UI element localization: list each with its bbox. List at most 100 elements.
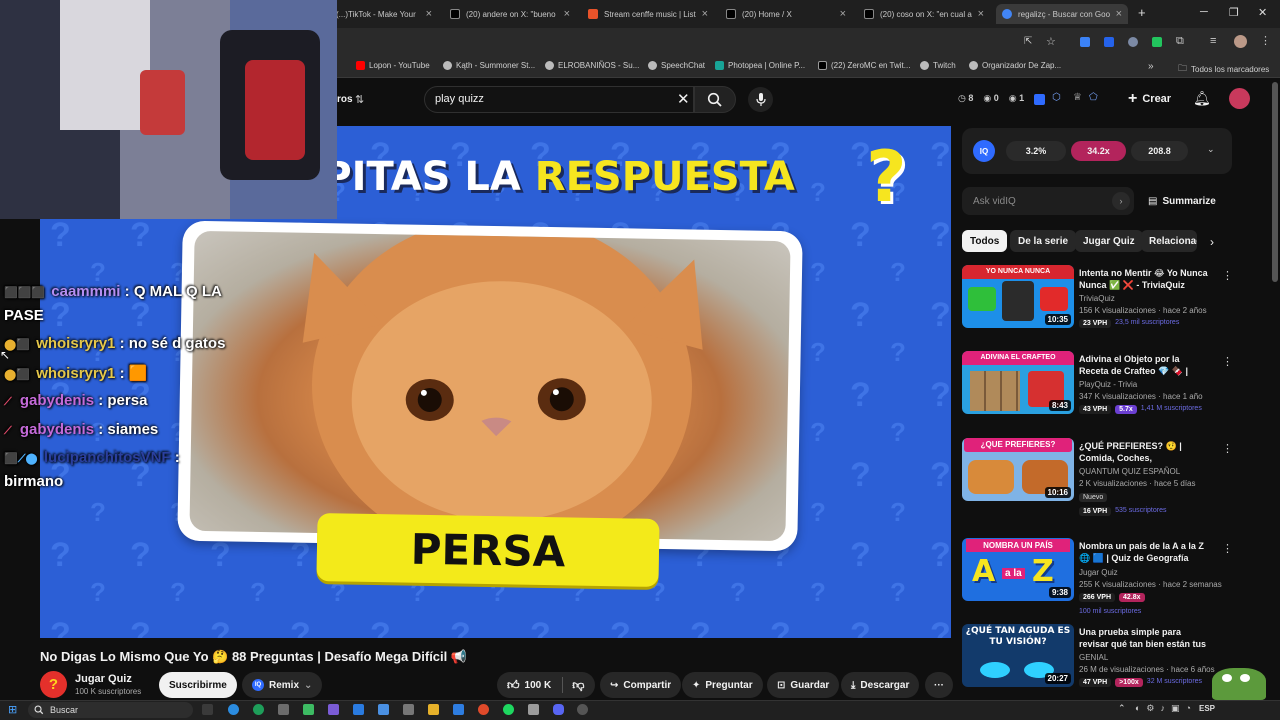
create-button[interactable]: + Crear <box>1128 90 1171 108</box>
vidiq-logo-icon[interactable]: IQ <box>973 140 995 162</box>
chrome-icon[interactable] <box>478 704 489 715</box>
chevron-down-icon[interactable]: ⌄ <box>1207 144 1215 155</box>
bookmark-item[interactable]: Kąth - Summoner St... <box>443 61 535 70</box>
more-options-icon[interactable]: ⋮ <box>1222 442 1233 455</box>
profile-avatar[interactable] <box>1234 35 1247 48</box>
browser-tab[interactable]: (...)TikTok - Make Your × <box>330 4 438 24</box>
recommendation-item[interactable]: ¿QUÉ TAN AGUDA ES TU VISIÓN? 20:27 Una p… <box>962 624 1232 690</box>
search-button[interactable] <box>694 86 736 113</box>
share-button[interactable]: ↪ Compartir <box>600 672 682 698</box>
video-title[interactable]: Una prueba simple para revisar qué tan b… <box>1079 626 1209 651</box>
close-tab-icon[interactable]: × <box>840 8 852 20</box>
close-tab-icon[interactable]: × <box>1116 8 1128 20</box>
like-count[interactable]: 100 K <box>525 680 552 691</box>
filters-button[interactable]: ros <box>337 94 353 105</box>
more-options-icon[interactable]: ⋮ <box>1222 355 1233 368</box>
bookmark-item[interactable]: SpeechChat <box>648 61 705 70</box>
bookmark-item[interactable]: Lopon - YouTube <box>356 61 430 70</box>
bookmark-item[interactable]: Twitch <box>920 61 956 70</box>
channel-name[interactable]: QUANTUM QUIZ ESPAÑOL <box>1079 467 1180 476</box>
bookmark-item[interactable]: Photopea | Online P... <box>715 61 805 70</box>
chip-all[interactable]: Todos <box>962 230 1008 252</box>
app-icon[interactable] <box>528 704 539 715</box>
search-input[interactable]: play quizz <box>435 93 484 105</box>
channel-name[interactable]: Jugar Quiz <box>1079 568 1118 577</box>
browser-tab[interactable]: (20) Home / X × <box>720 4 852 24</box>
channel-name[interactable]: GENIAL <box>1079 653 1108 662</box>
recommendation-item[interactable]: YO NUNCA NUNCA 10:35 Intenta no Mentir 😂… <box>962 265 1233 331</box>
app-icon[interactable] <box>378 704 389 715</box>
chip-related[interactable]: Relacionad <box>1141 230 1197 252</box>
extension-icon[interactable]: ⬡ <box>1052 92 1061 103</box>
new-tab-button[interactable]: + <box>1138 5 1146 20</box>
bookmark-item[interactable]: Organizador De Zap... <box>969 61 1061 70</box>
more-actions-button[interactable]: ··· <box>925 672 953 698</box>
app-icon[interactable] <box>403 704 414 715</box>
chevron-right-icon[interactable]: › <box>1210 235 1214 249</box>
subscribe-button[interactable]: Suscribirme <box>159 672 237 698</box>
menu-icon[interactable]: ⋮ <box>1260 34 1271 47</box>
browser-tab[interactable]: (20) andere on X: "bueno × <box>444 4 576 24</box>
vidiq-icon[interactable] <box>1034 94 1045 105</box>
video-thumbnail[interactable]: NOMBRA UN PAÍS A a la Z 9:38 <box>962 538 1074 601</box>
app-icon[interactable] <box>453 704 464 715</box>
video-thumbnail[interactable]: YO NUNCA NUNCA 10:35 <box>962 265 1074 328</box>
extension-icon[interactable] <box>1152 37 1162 47</box>
video-title[interactable]: ¿QUÉ PREFIERES? 🤨 | Comida, Coches, Supe… <box>1079 440 1209 465</box>
send-icon[interactable]: › <box>1112 192 1130 210</box>
ask-vidiq-input[interactable]: Ask vidIQ <box>973 196 1016 207</box>
video-title[interactable]: Adivina el Objeto por la Receta de Craft… <box>1079 353 1209 378</box>
thumbs-up-icon[interactable]: 👍︎ <box>507 678 520 693</box>
discord-icon[interactable] <box>553 704 564 715</box>
close-window-icon[interactable]: ✕ <box>1258 6 1267 19</box>
video-thumbnail[interactable]: ¿QUÉ TAN AGUDA ES TU VISIÓN? 20:27 <box>962 624 1074 687</box>
browser-tab[interactable]: (20) coso on X: "en cual a × <box>858 4 990 24</box>
channel-name[interactable]: Jugar Quiz <box>75 673 132 685</box>
video-thumbnail[interactable]: ADIVINA EL CRAFTEO 8:43 <box>962 351 1074 414</box>
remix-button[interactable]: IQ Remix ⌄ <box>242 672 323 698</box>
user-avatar[interactable] <box>1229 88 1250 109</box>
app-icon[interactable] <box>278 704 289 715</box>
extension-icon[interactable] <box>1128 37 1138 47</box>
channel-name[interactable]: TriviaQuiz <box>1079 294 1115 303</box>
app-icon[interactable] <box>328 704 339 715</box>
obs-icon[interactable] <box>577 704 588 715</box>
extension-icon[interactable] <box>1080 37 1090 47</box>
channel-avatar[interactable]: ? <box>40 671 67 698</box>
bell-icon[interactable]: 🔔︎ <box>1193 90 1211 107</box>
save-button[interactable]: ⊡ Guardar <box>767 672 840 698</box>
edge-icon[interactable] <box>228 704 239 715</box>
close-tab-icon[interactable]: × <box>426 8 438 20</box>
extension-icon[interactable] <box>1104 37 1114 47</box>
video-thumbnail[interactable]: ¿QUE PREFIERES? 10:16 <box>962 438 1074 501</box>
star-icon[interactable]: ☆ <box>1046 35 1056 48</box>
tag-icon[interactable]: ⬠ <box>1089 92 1098 103</box>
more-options-icon[interactable]: ⋮ <box>1222 269 1233 282</box>
download-button[interactable]: ⤓ Descargar <box>841 672 920 698</box>
video-title[interactable]: Intenta no Mentir 😂 Yo Nunca Nunca ✅ ❌ -… <box>1079 267 1209 292</box>
tray-chevron-icon[interactable]: ⌃ <box>1118 703 1126 714</box>
chip-series[interactable]: De la serie <box>1010 230 1077 252</box>
clear-search-icon[interactable]: ✕ <box>677 90 690 108</box>
browser-tab-active[interactable]: regalizç - Buscar con Goo × <box>996 4 1128 24</box>
chip-jugar-quiz[interactable]: Jugar Quiz <box>1075 230 1143 252</box>
spotify-icon[interactable] <box>503 704 514 715</box>
channel-name[interactable]: PlayQuiz - Trivia <box>1079 380 1137 389</box>
summarize-button[interactable]: ▤ Summarize <box>1148 196 1216 207</box>
voice-search-button[interactable] <box>748 87 773 112</box>
recommendation-item[interactable]: NOMBRA UN PAÍS A a la Z 9:38 Nombra un p… <box>962 538 1233 618</box>
task-view-icon[interactable] <box>202 704 213 715</box>
all-bookmarks-button[interactable]: 🗀 Todos los marcadores <box>1178 61 1269 77</box>
filter-icon[interactable]: ⇅ <box>355 93 364 106</box>
folder-icon[interactable] <box>428 704 439 715</box>
app-icon[interactable] <box>353 704 364 715</box>
bookmark-item[interactable]: (22) ZeroMC en Twit... <box>818 61 910 70</box>
language-indicator[interactable]: ESP <box>1199 704 1215 713</box>
video-title[interactable]: Nombra un país de la A a la Z 🌐 🟦 | Quiz… <box>1079 540 1209 564</box>
app-icon[interactable] <box>303 704 314 715</box>
ask-button[interactable]: ✦ Preguntar <box>682 672 763 698</box>
trophy-icon[interactable]: ♕ <box>1073 92 1082 103</box>
browser-tab[interactable]: Stream cenffe music | List × <box>582 4 714 24</box>
recommendation-item[interactable]: ADIVINA EL CRAFTEO 8:43 Adivina el Objet… <box>962 351 1233 417</box>
restore-icon[interactable]: ❐ <box>1229 6 1239 19</box>
